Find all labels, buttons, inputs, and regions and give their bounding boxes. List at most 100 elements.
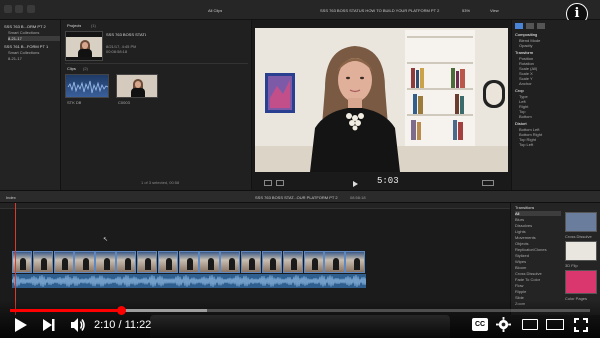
effects-category-item[interactable]: Wipes [515, 259, 561, 264]
effects-category-item[interactable]: Blurs [515, 217, 561, 222]
effects-category-item[interactable]: Replicator/Clones [515, 247, 561, 252]
fullscreen-icon[interactable] [482, 180, 494, 186]
effects-category-item[interactable]: Dissolves [515, 223, 561, 228]
video-frame[interactable] [255, 28, 508, 172]
timeline-clip[interactable] [282, 251, 303, 273]
clip-frame [41, 258, 48, 270]
transform-icon[interactable] [264, 180, 272, 186]
library-item[interactable]: 8-21-17 [8, 36, 60, 41]
libraries-sidebar: SSS 763 B...ORM PT 2 Smart Collections 8… [0, 20, 61, 190]
clip-frame [20, 258, 27, 270]
effects-category-item[interactable]: All [515, 211, 561, 216]
library-item[interactable]: Smart Collections [8, 30, 60, 35]
video-inspector-icon[interactable] [515, 23, 523, 29]
effects-category-item[interactable]: Ripple [515, 289, 561, 294]
audio-waveform [12, 275, 366, 287]
captions-button[interactable]: CC [472, 318, 488, 331]
total-duration: 11:22 [124, 319, 152, 331]
projects-heading: Projects [67, 23, 82, 28]
transition-thumbnail[interactable] [565, 212, 597, 232]
youtube-player[interactable]: All Clips SSS 763 BOSS STATUS HOW TO BUI… [0, 0, 600, 338]
info-inspector-icon[interactable] [537, 23, 545, 29]
audio-track[interactable] [12, 274, 366, 288]
zoom-dropdown[interactable]: 53% [462, 8, 470, 13]
inspector-section-title: Crop [515, 88, 524, 93]
effects-category-item[interactable]: Bloom [515, 265, 561, 270]
playhead[interactable] [15, 203, 16, 315]
timeline-clip[interactable] [116, 251, 137, 273]
library-icon[interactable] [4, 5, 12, 13]
play-button[interactable] [14, 317, 28, 333]
fullscreen-icon[interactable] [574, 318, 588, 332]
library-item[interactable]: Smart Collections [8, 50, 60, 55]
miniplayer-icon[interactable] [522, 319, 538, 330]
timeline-clip[interactable] [95, 251, 116, 273]
theater-mode-icon[interactable] [546, 319, 564, 330]
clip-frame [332, 258, 339, 270]
volume-icon[interactable] [70, 317, 86, 333]
library-item[interactable]: SSS 763 B...ORM PT 2 [4, 24, 59, 29]
effects-category-item[interactable]: Flow [515, 283, 561, 288]
titles-icon[interactable] [27, 5, 35, 13]
clip-label: STK DB [67, 100, 82, 105]
timeline-clip[interactable] [157, 251, 178, 273]
inspector-row: Top Left [519, 142, 534, 147]
audio-clip-thumbnail[interactable] [65, 74, 109, 98]
clip-frame [270, 258, 277, 270]
timeline-clip[interactable] [32, 251, 54, 273]
effects-category-item[interactable]: Movements [515, 235, 561, 240]
clips-count: (2) [83, 66, 88, 71]
photos-icon[interactable] [15, 5, 23, 13]
effects-category-item[interactable]: Cross Dissolve [515, 271, 561, 276]
next-button[interactable] [42, 318, 56, 332]
clip-frame [353, 258, 360, 270]
timeline-clip[interactable] [261, 251, 283, 273]
timeline-clip[interactable] [220, 251, 241, 273]
transition-thumbnail[interactable] [565, 270, 597, 294]
progress-bar[interactable] [10, 306, 590, 315]
timeline-clip[interactable] [303, 251, 324, 273]
clips-filter-dropdown[interactable]: All Clips [208, 8, 222, 13]
project-title: SSS 763 BOSS STATUS HOW TO BUILD YOUR PL… [320, 8, 440, 13]
effects-category-item[interactable]: Fade To Color [515, 277, 561, 282]
timeline-clip[interactable] [199, 251, 220, 273]
clips-heading: Clips [67, 66, 76, 71]
inspector-panel: Compositing Blend Mode Opacity Transform… [511, 20, 600, 190]
effects-category-item[interactable]: Objects [515, 241, 561, 246]
timeline-clip[interactable] [241, 251, 262, 273]
timeline[interactable]: ↖ [0, 203, 510, 315]
scrubber-handle[interactable] [116, 306, 126, 315]
library-item[interactable]: SSS 761 B...FORM PT 1 [4, 44, 59, 49]
timeline-clip[interactable] [53, 251, 74, 273]
played-bar [10, 309, 121, 312]
effects-browser: Transitions All Blurs Dissolves Lights Movem… [510, 203, 600, 315]
play-icon[interactable] [353, 181, 358, 187]
fcp-toolbar: All Clips SSS 763 BOSS STATUS HOW TO BUI… [0, 0, 600, 25]
inspector-row: Bottom [519, 114, 532, 119]
library-item[interactable]: 8-21-17 [8, 56, 60, 61]
timeline-ruler[interactable] [0, 203, 510, 209]
video-clip-thumbnail[interactable] [116, 74, 158, 98]
view-dropdown[interactable]: View [490, 8, 499, 13]
time-separator: / [115, 319, 125, 331]
timeline-clip[interactable] [74, 251, 95, 273]
clip-frame [207, 258, 214, 270]
effects-category-item[interactable]: Stylized [515, 253, 561, 258]
audio-inspector-icon[interactable] [526, 23, 534, 29]
crop-icon[interactable] [276, 180, 284, 186]
timeline-clip[interactable] [178, 251, 199, 273]
timeline-clip[interactable] [345, 251, 366, 273]
timeline-clip[interactable] [324, 251, 345, 273]
project-thumbnail[interactable] [65, 31, 103, 61]
timeline-clip[interactable] [136, 251, 158, 273]
clip-frame [145, 258, 152, 270]
transition-thumbnail[interactable] [565, 241, 597, 261]
selection-status: 1 of 3 selected, 00:58 [141, 180, 180, 185]
clip-frame [82, 258, 89, 270]
effects-category-item[interactable]: Lights [515, 229, 561, 234]
clip-frame [291, 258, 298, 270]
projects-count: (1) [91, 23, 96, 28]
index-button[interactable]: Index [6, 195, 16, 200]
settings-icon[interactable] [496, 317, 511, 332]
clip-frame [166, 258, 173, 270]
